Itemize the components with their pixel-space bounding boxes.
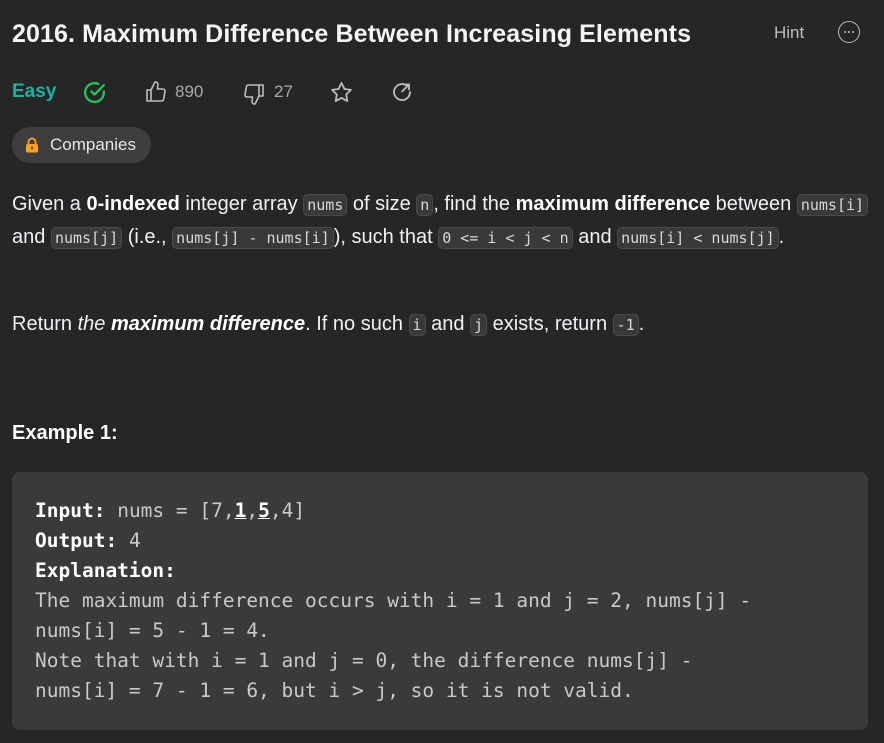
likes-count: 890 bbox=[175, 82, 204, 101]
bold-term: maximum difference bbox=[515, 193, 711, 215]
inline-code: nums[j] bbox=[50, 227, 123, 249]
inline-code: n bbox=[416, 194, 434, 216]
example-heading: Example 1: bbox=[12, 422, 118, 444]
companies-tag[interactable]: Companies bbox=[12, 127, 151, 163]
bold-term: 0-indexed bbox=[86, 193, 180, 215]
inline-code: nums[i] < nums[j] bbox=[617, 227, 779, 249]
description-paragraph-1: Given a 0-indexed integer array nums of … bbox=[12, 188, 874, 254]
inline-code: nums[i] bbox=[796, 194, 869, 216]
problem-meta: Easy 890 27 bbox=[12, 78, 872, 106]
share-icon[interactable] bbox=[390, 80, 414, 104]
solved-check-icon bbox=[84, 82, 106, 104]
inline-code: -1 bbox=[612, 314, 639, 336]
example-code: Input: nums = [7,1,5,4] Output: 4 Explan… bbox=[35, 499, 752, 702]
example-block: Input: nums = [7,1,5,4] Output: 4 Explan… bbox=[12, 472, 868, 730]
title-row: 2016. Maximum Difference Between Increas… bbox=[12, 18, 872, 54]
dislikes-count: 27 bbox=[274, 82, 293, 101]
difficulty-badge: Easy bbox=[12, 81, 57, 102]
hint-button[interactable]: Hint bbox=[774, 23, 804, 43]
inline-code: j bbox=[470, 314, 488, 336]
problem-title[interactable]: 2016. Maximum Difference Between Increas… bbox=[12, 20, 691, 49]
description-paragraph-2: Return the maximum difference. If no suc… bbox=[12, 313, 645, 336]
companies-label: Companies bbox=[50, 135, 136, 154]
thumbs-up-icon[interactable] bbox=[144, 80, 168, 104]
star-icon[interactable] bbox=[329, 80, 354, 105]
thumbs-down-icon[interactable] bbox=[242, 82, 266, 106]
bold-italic-term: maximum difference bbox=[110, 313, 306, 335]
more-icon[interactable] bbox=[838, 21, 860, 43]
inline-code: nums bbox=[303, 194, 348, 216]
inline-code: nums[j] - nums[i] bbox=[172, 227, 334, 249]
inline-code: i bbox=[408, 314, 426, 336]
inline-code: 0 <= i < j < n bbox=[438, 227, 573, 249]
lock-icon bbox=[26, 137, 38, 153]
